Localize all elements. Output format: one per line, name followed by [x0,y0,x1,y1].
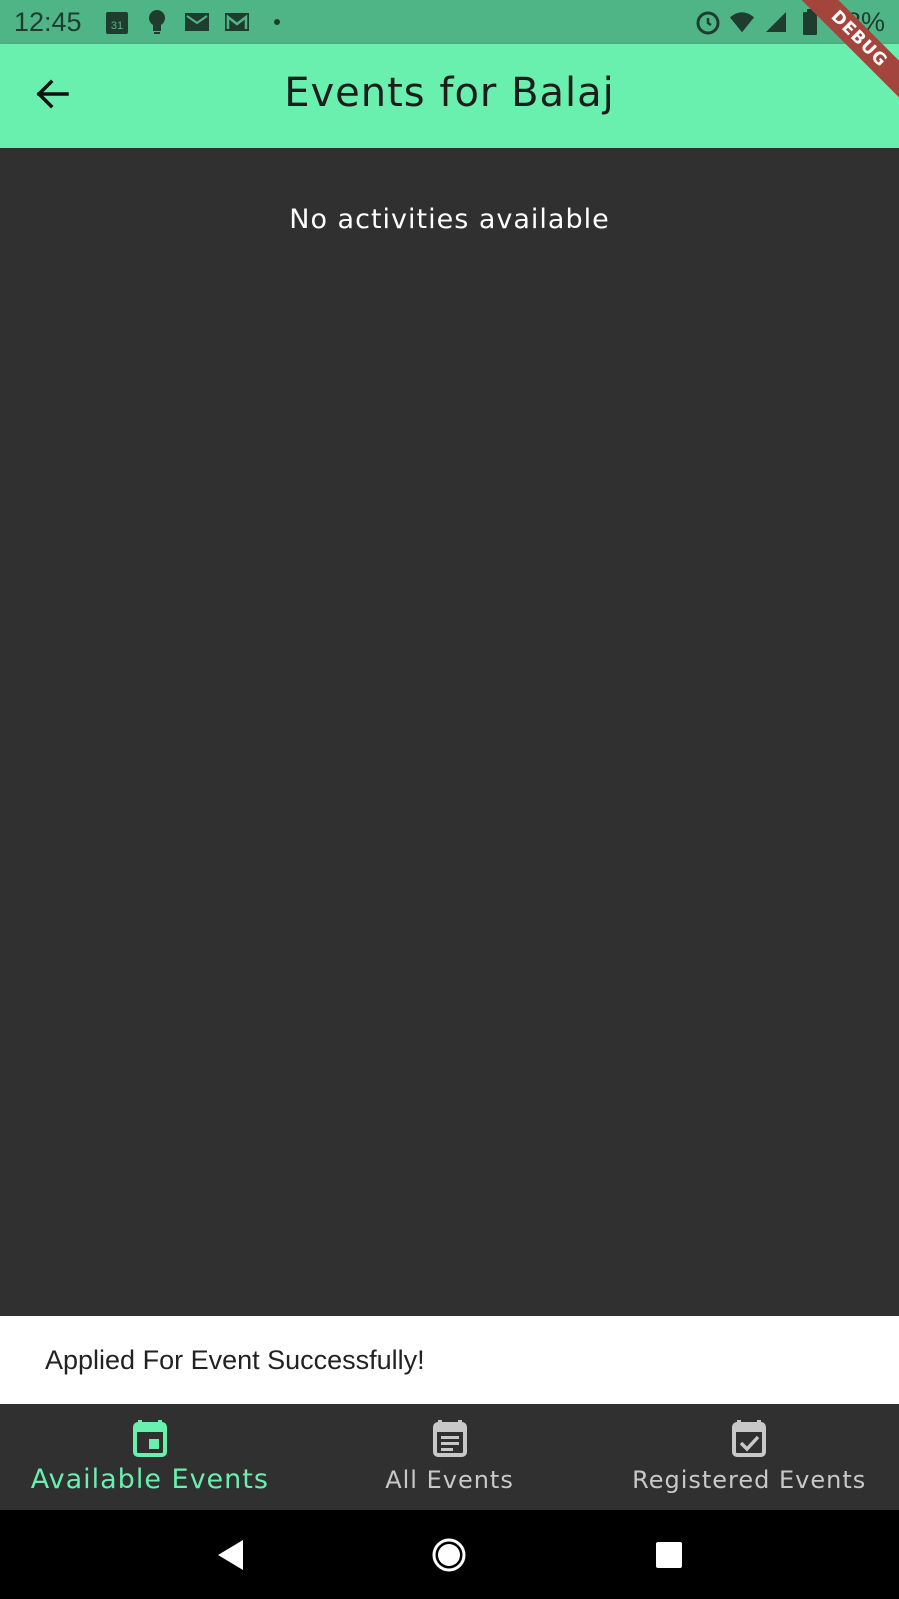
nav-label-available-events: Available Events [30,1464,269,1495]
app-bar: Events for Balaj [0,44,899,148]
circle-home-icon [432,1538,466,1571]
calendar-day-text: 31 [110,20,122,32]
signal-icon [763,9,789,35]
debug-ribbon-label: DEBUG [793,0,899,105]
empty-state-message: No activities available [289,204,610,235]
nav-item-registered-events[interactable]: Registered Events [599,1404,899,1510]
mail-icon [184,9,210,35]
status-time: 12:45 [14,6,82,37]
calendar-today-icon [130,1418,170,1462]
status-bar: 12:45 31 [0,0,899,44]
page-title: Events for Balaj [284,70,615,116]
debug-banner: DEBUG [789,0,899,110]
event-available-icon [729,1418,769,1462]
snackbar: Applied For Event Successfully! [0,1316,899,1404]
bottom-navigation-bar: Available Events All Events Registered E… [0,1404,899,1510]
more-notifications-dot-icon [264,9,290,35]
wifi-icon [729,9,755,35]
nav-label-registered-events: Registered Events [632,1466,867,1494]
system-navigation-bar [0,1510,899,1599]
calendar-icon: 31 [104,9,130,35]
system-back-button[interactable] [206,1531,254,1579]
notification-icons: 31 [104,9,290,35]
events-list-area: No activities available [0,148,899,1316]
system-home-button[interactable] [425,1531,473,1579]
gmail-icon [224,9,250,35]
event-note-icon [430,1418,470,1462]
snackbar-message: Applied For Event Successfully! [45,1344,425,1375]
lightbulb-icon [144,9,170,35]
square-recents-icon [656,1541,683,1568]
nav-label-all-events: All Events [385,1466,514,1494]
nav-item-available-events[interactable]: Available Events [0,1404,300,1510]
system-recents-button[interactable] [645,1531,693,1579]
nav-item-all-events[interactable]: All Events [300,1404,600,1510]
triangle-back-icon [217,1539,243,1570]
alarm-icon [695,9,721,35]
